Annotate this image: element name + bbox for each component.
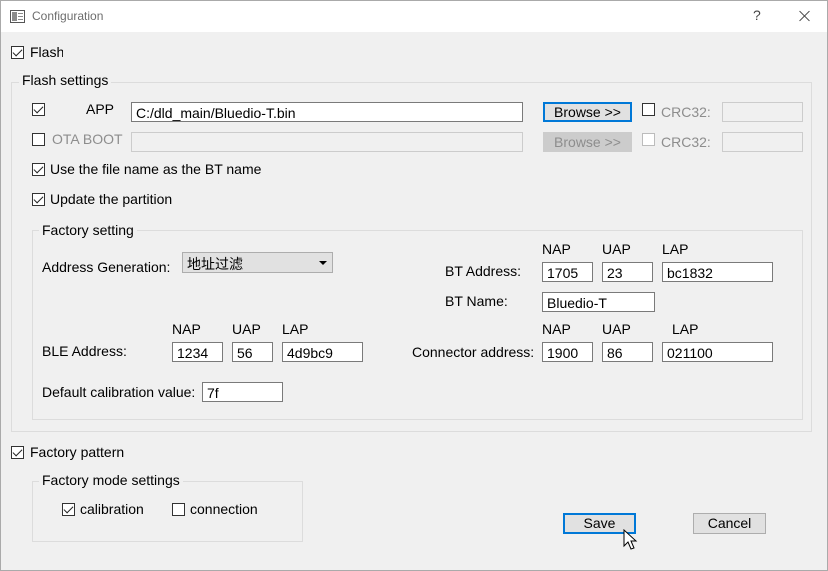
- ble-uap-header: UAP: [232, 321, 261, 337]
- factory-mode-settings-title: Factory mode settings: [39, 472, 183, 488]
- app-path-field[interactable]: C:/dld_main/Bluedio-T.bin: [131, 102, 523, 122]
- connector-uap-field[interactable]: 86: [602, 342, 653, 362]
- ota-crc32-checkbox[interactable]: [642, 133, 655, 146]
- connector-lap-header: LAP: [672, 321, 699, 337]
- ota-boot-path-field[interactable]: [131, 132, 523, 152]
- window-title: Configuration: [32, 9, 104, 23]
- app-crc32-field[interactable]: [722, 102, 803, 122]
- calibration-value-label: Default calibration value:: [42, 384, 196, 400]
- factory-pattern-label: Factory pattern: [30, 444, 125, 460]
- factory-pattern-checkbox[interactable]: [11, 446, 24, 459]
- connector-lap-field[interactable]: 021100: [662, 342, 773, 362]
- ota-crc32-field[interactable]: [722, 132, 803, 152]
- bt-address-label: BT Address:: [445, 263, 522, 279]
- ble-nap-field[interactable]: 1234: [172, 342, 223, 362]
- title-bar: Configuration ?: [1, 1, 827, 32]
- calibration-value-field[interactable]: 7f: [202, 382, 283, 402]
- help-button[interactable]: ?: [753, 7, 761, 23]
- factory-setting-title: Factory setting: [39, 222, 137, 238]
- app-crc32-label: CRC32:: [661, 104, 711, 120]
- bt-name-label: BT Name:: [445, 293, 508, 309]
- address-generation-value: 地址过滤: [187, 256, 243, 272]
- bt-nap-field[interactable]: 1705: [542, 262, 593, 282]
- close-icon[interactable]: [791, 4, 819, 28]
- app-label: APP: [86, 101, 115, 117]
- address-generation-label: Address Generation:: [42, 259, 171, 275]
- ble-uap-field[interactable]: 56: [232, 342, 273, 362]
- bt-nap-header: NAP: [542, 241, 571, 257]
- connector-address-label: Connector address:: [412, 344, 535, 360]
- ota-browse-button[interactable]: Browse >>: [543, 132, 632, 152]
- ota-crc32-label: CRC32:: [661, 134, 711, 150]
- bt-lap-field[interactable]: bc1832: [662, 262, 773, 282]
- ble-lap-header: LAP: [282, 321, 309, 337]
- ble-nap-header: NAP: [172, 321, 201, 337]
- bt-uap-header: UAP: [602, 241, 631, 257]
- connector-nap-header: NAP: [542, 321, 571, 337]
- flash-checkbox[interactable]: [11, 46, 24, 59]
- update-partition-label: Update the partition: [50, 191, 173, 207]
- update-partition-checkbox[interactable]: [32, 193, 45, 206]
- use-filename-label: Use the file name as the BT name: [50, 161, 262, 177]
- app-window-icon: [10, 10, 25, 23]
- app-crc32-checkbox[interactable]: [642, 103, 655, 116]
- configuration-dialog: Configuration ? Flash Flash settings APP…: [0, 0, 828, 571]
- connector-nap-field[interactable]: 1900: [542, 342, 593, 362]
- app-checkbox[interactable]: [32, 103, 45, 116]
- bt-lap-header: LAP: [662, 241, 689, 257]
- mouse-cursor-icon: [623, 529, 638, 550]
- ota-boot-label: OTA BOOT: [52, 131, 123, 147]
- address-generation-select[interactable]: 地址过滤: [182, 252, 333, 273]
- bt-name-field[interactable]: Bluedio-T: [542, 292, 655, 312]
- flash-settings-title: Flash settings: [19, 72, 112, 88]
- calibration-checkbox[interactable]: [62, 503, 75, 516]
- connector-uap-header: UAP: [602, 321, 631, 337]
- connection-checkbox[interactable]: [172, 503, 185, 516]
- ble-address-label: BLE Address:: [42, 343, 127, 359]
- calibration-label: calibration: [80, 501, 144, 517]
- use-filename-checkbox[interactable]: [32, 163, 45, 176]
- app-browse-button[interactable]: Browse >>: [543, 102, 632, 122]
- flash-label: Flash: [30, 44, 63, 60]
- connection-label: connection: [190, 501, 258, 517]
- chevron-down-icon: [319, 261, 327, 265]
- ble-lap-field[interactable]: 4d9bc9: [282, 342, 363, 362]
- ota-boot-checkbox[interactable]: [32, 133, 45, 146]
- bt-uap-field[interactable]: 23: [602, 262, 653, 282]
- cancel-button[interactable]: Cancel: [693, 513, 766, 534]
